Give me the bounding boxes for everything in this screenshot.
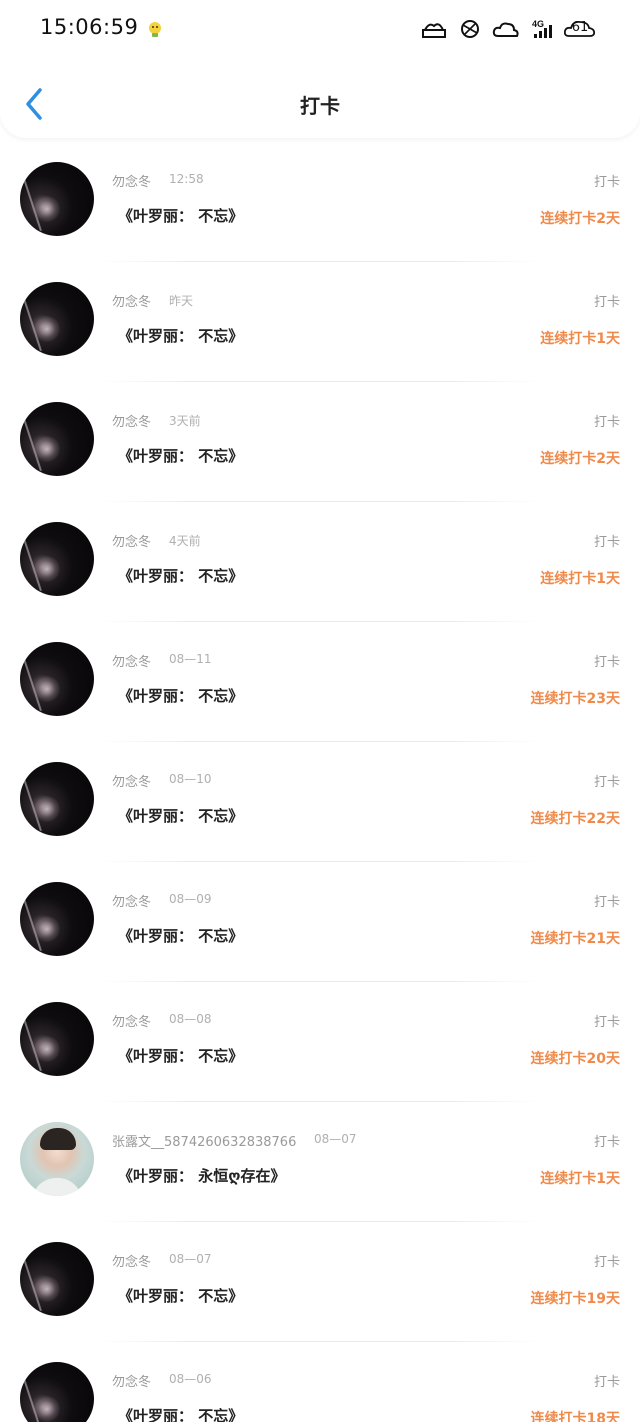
avatar[interactable]: [20, 282, 94, 356]
signal-icon: 4G: [532, 19, 552, 38]
streak-label: 连续打卡2天: [540, 451, 620, 467]
checkin-content: 《叶罗丽： 不忘》: [118, 807, 244, 825]
action-label: 打卡: [593, 535, 620, 550]
checkin-content: 《叶罗丽： 永恒ღ存在》: [118, 1167, 286, 1185]
action-label: 打卡: [593, 1375, 620, 1390]
action-label: 打卡: [593, 775, 620, 790]
user-name[interactable]: 张露文__5874260632838766: [112, 1131, 296, 1150]
app-header: 15:06:59 4G 61 打卡: [0, 0, 640, 138]
user-name[interactable]: 勿念冬: [112, 291, 151, 310]
page-title: 打卡: [300, 94, 340, 118]
ball-notification-icon: [461, 20, 479, 38]
list-item[interactable]: 勿念冬 4天前《叶罗丽： 不忘》 打卡连续打卡1天: [0, 502, 640, 622]
checkin-content: 《叶罗丽： 不忘》: [118, 1287, 244, 1305]
checkin-date: 08—07: [314, 1132, 357, 1146]
checkin-list: 勿念冬 12:58 《叶罗丽： 不忘》 打卡 连续打卡2天 勿念冬 昨天 《叶罗丽： 不忘》打…: [0, 142, 640, 1422]
checkin-date: 08—10: [169, 772, 212, 786]
avatar[interactable]: [20, 522, 94, 596]
action-label: 打卡: [593, 655, 620, 670]
user-name[interactable]: 勿念冬: [112, 891, 151, 910]
status-icons: 4G 61: [420, 16, 596, 42]
battery-icon: 61: [563, 18, 596, 40]
avatar[interactable]: [20, 402, 94, 476]
action-label: 打卡: [593, 415, 620, 430]
avatar[interactable]: [20, 882, 94, 956]
checkin-content: 《叶罗丽： 不忘》: [118, 1407, 244, 1422]
user-name[interactable]: 勿念冬: [112, 771, 151, 790]
checkin-date: 4天前: [169, 534, 201, 548]
list-item[interactable]: 勿念冬 3天前《叶罗丽： 不忘》 打卡连续打卡2天: [0, 382, 640, 502]
list-item[interactable]: 张露文__5874260632838766 08—07 《叶罗丽： 永恒ღ存在》 打卡…: [0, 1102, 640, 1222]
checkin-date: 昨天: [169, 294, 194, 308]
list-item[interactable]: 勿念冬 08—11 《叶罗丽： 不忘》 打卡连续打卡23天: [0, 622, 640, 742]
cloud-notification-icon: [492, 22, 519, 37]
user-name[interactable]: 勿念冬: [112, 651, 151, 670]
checkin-date: 3天前: [169, 414, 201, 428]
checkin-date: 08—06: [169, 1372, 212, 1386]
checkin-date: 08—11: [169, 652, 212, 666]
streak-label: 连续打卡1天: [540, 571, 620, 587]
checkin-date: 08—07: [169, 1252, 212, 1266]
checkin-date: 12:58: [169, 172, 204, 186]
user-name[interactable]: 勿念冬: [112, 1011, 151, 1030]
checkin-content: 《叶罗丽： 不忘》: [118, 687, 244, 705]
action-label: 打卡: [593, 895, 620, 910]
status-bar: 15:06:59 4G 61: [0, 0, 640, 60]
avatar[interactable]: [20, 1122, 94, 1196]
user-name[interactable]: 勿念冬: [112, 171, 151, 190]
user-name[interactable]: 勿念冬: [112, 411, 151, 430]
checkin-date: 08—09: [169, 892, 212, 906]
streak-label: 连续打卡1天: [540, 1171, 620, 1187]
streak-label: 连续打卡19天: [530, 1291, 620, 1307]
avatar[interactable]: [20, 642, 94, 716]
streak-label: 连续打卡2天: [540, 211, 620, 227]
list-item[interactable]: 勿念冬 08—06 《叶罗丽： 不忘》 打卡连续打卡18天: [0, 1342, 640, 1422]
avatar[interactable]: [20, 162, 94, 236]
notification-app-icon: [149, 22, 161, 37]
action-label: 打卡: [593, 1135, 620, 1150]
battery-level: 61: [571, 20, 589, 35]
checkin-content: 《叶罗丽： 不忘》: [118, 927, 244, 945]
action-label: 打卡: [593, 175, 620, 190]
streak-label: 连续打卡20天: [530, 1051, 620, 1067]
svg-text:4G: 4G: [532, 19, 544, 29]
checkin-content: 《叶罗丽： 不忘》: [118, 447, 244, 465]
checkin-date: 08—08: [169, 1012, 212, 1026]
cake-notification-icon: [422, 23, 446, 38]
streak-label: 连续打卡22天: [530, 811, 620, 827]
checkin-content: 《叶罗丽： 不忘》: [118, 207, 244, 225]
action-label: 打卡: [593, 1255, 620, 1270]
checkin-content: 《叶罗丽： 不忘》: [118, 567, 244, 585]
avatar[interactable]: [20, 1002, 94, 1076]
streak-label: 连续打卡21天: [530, 931, 620, 947]
checkin-content: 《叶罗丽： 不忘》: [118, 1047, 244, 1065]
list-item[interactable]: 勿念冬 08—10 《叶罗丽： 不忘》 打卡连续打卡22天: [0, 742, 640, 862]
list-item[interactable]: 勿念冬 12:58 《叶罗丽： 不忘》 打卡连续打卡2天: [0, 142, 640, 262]
list-item[interactable]: 勿念冬 08—07 《叶罗丽： 不忘》 打卡连续打卡19天: [0, 1222, 640, 1342]
user-name[interactable]: 勿念冬: [112, 531, 151, 550]
list-item[interactable]: 勿念冬 昨天《叶罗丽： 不忘》 打卡连续打卡1天: [0, 262, 640, 382]
checkin-content: 《叶罗丽： 不忘》: [118, 327, 244, 345]
list-item[interactable]: 勿念冬 08—09 《叶罗丽： 不忘》 打卡连续打卡21天: [0, 862, 640, 982]
list-item[interactable]: 勿念冬 08—08 《叶罗丽： 不忘》 打卡连续打卡20天: [0, 982, 640, 1102]
user-name[interactable]: 勿念冬: [112, 1371, 151, 1390]
action-label: 打卡: [593, 1015, 620, 1030]
avatar[interactable]: [20, 762, 94, 836]
avatar[interactable]: [20, 1242, 94, 1316]
status-time: 15:06:59: [40, 15, 139, 39]
user-name[interactable]: 勿念冬: [112, 1251, 151, 1270]
action-label: 打卡: [593, 295, 620, 310]
screen: 15:06:59 4G 61 打卡 勿念冬 12:58 《叶罗丽： 不忘》 打卡…: [0, 0, 640, 1422]
streak-label: 连续打卡1天: [540, 331, 620, 347]
streak-label: 连续打卡23天: [530, 691, 620, 707]
avatar[interactable]: [20, 1362, 94, 1422]
streak-label: 连续打卡18天: [530, 1411, 620, 1422]
